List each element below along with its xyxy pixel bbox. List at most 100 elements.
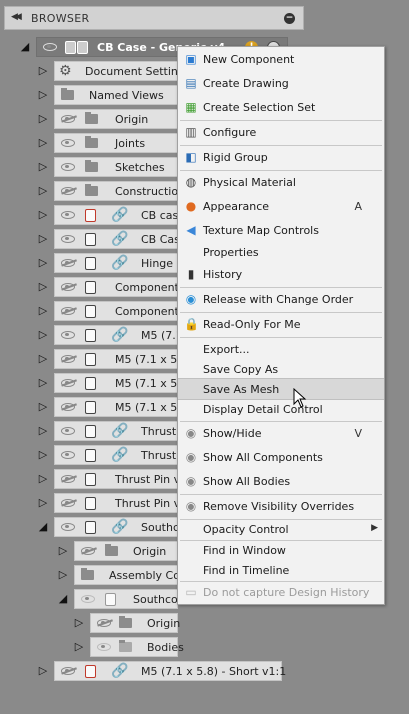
expanded-arrow-icon[interactable]: ◢ [38,520,48,534]
expand-arrow-icon[interactable]: ▷ [38,160,48,174]
component-node[interactable]: 🔗 CB Cas [54,229,180,249]
assembly-context-node[interactable]: Assembly Con [74,565,187,585]
tree-row-joints[interactable]: ▷ Joints [38,133,178,153]
visibility-eye-icon[interactable] [43,43,57,51]
tree-row-component[interactable]: ▷ M5 (7.1 x 5.8 [38,373,188,393]
tree-row-component[interactable]: ▷ Thrust Pin v3 [38,469,187,489]
sketches-node[interactable]: Sketches [54,157,178,177]
hidden-eye-icon[interactable] [61,283,75,291]
tree-row-component[interactable]: ▷ 🔗 Hinge R [38,253,184,273]
sub-origin-node[interactable]: Origin [90,613,180,633]
expand-arrow-icon[interactable]: ▷ [38,352,48,366]
expand-arrow-icon[interactable]: ▷ [38,88,48,102]
hidden-eye-icon[interactable] [61,355,75,363]
tree-row-component[interactable]: ▷ M5 (7.1 x 5.8 [38,397,188,417]
menu-item-configure[interactable]: ▥ Configure [178,122,384,144]
expand-arrow-icon[interactable]: ▷ [74,616,84,630]
component-node[interactable]: Thrust Pin v3 [54,493,187,513]
expand-arrow-icon[interactable]: ▷ [38,424,48,438]
tree-row-component[interactable]: ▷ Component1 [38,277,186,297]
hidden-eye-icon[interactable] [61,187,75,195]
joints-node[interactable]: Joints [54,133,178,153]
component-node[interactable]: 🔗 CB cas [54,205,178,225]
expand-arrow-icon[interactable]: ▷ [38,496,48,510]
expand-arrow-icon[interactable]: ▷ [38,280,48,294]
component-node[interactable]: Component2 [54,301,186,321]
component-node[interactable]: 🔗 Thrust I [54,445,183,465]
menu-item-find-in-window[interactable]: Find in Window [178,540,384,562]
expand-arrow-icon[interactable]: ▷ [58,544,68,558]
tree-row-component[interactable]: ▷ 🔗 Thrust I [38,445,183,465]
menu-item-new-component[interactable]: ▣ New Component [178,49,384,71]
menu-item-create-selection-set[interactable]: ▦ Create Selection Set [178,97,384,119]
menu-item-save-as-mesh[interactable]: Save As Mesh [178,378,384,400]
expand-arrow-icon[interactable]: ▷ [38,472,48,486]
visibility-eye-icon[interactable] [61,523,75,531]
tree-row-component[interactable]: ▷ 🔗 Thrust I [38,421,183,441]
tree-row-component[interactable]: ▷ 🔗 M5 (7.1 [38,325,183,345]
expand-arrow-icon[interactable]: ▷ [38,376,48,390]
expand-arrow-icon[interactable]: ▷ [38,256,48,270]
visibility-eye-icon[interactable] [81,595,95,603]
minimize-icon[interactable]: − [284,13,295,24]
tree-row-southco[interactable]: ◢ 🔗 Southco [38,517,186,537]
menu-item-physical-material[interactable]: ◍ Physical Material [178,172,384,194]
menu-item-read-only[interactable]: 🔒 Read-Only For Me [178,314,384,336]
hidden-eye-icon[interactable] [61,259,75,267]
hidden-eye-icon[interactable] [61,499,75,507]
menu-item-appearance[interactable]: ● Appearance A [178,196,384,218]
hidden-eye-icon[interactable] [61,667,75,675]
expanded-arrow-icon[interactable]: ◢ [58,592,68,606]
browser-title-bar[interactable]: ◀◀ BROWSER − [4,6,304,30]
tree-row-component[interactable]: ▷ Thrust Pin v3 [38,493,187,513]
hidden-eye-icon[interactable] [61,379,75,387]
hidden-eye-icon[interactable] [61,403,75,411]
menu-item-create-drawing[interactable]: ▤ Create Drawing [178,73,384,95]
expand-arrow-icon[interactable]: ▷ [38,136,48,150]
component-node[interactable]: 🔗 Hinge R [54,253,184,273]
expand-arrow-icon[interactable]: ▷ [38,184,48,198]
tree-row-component[interactable]: ▷ 🔗 CB Cas [38,229,180,249]
southco-sub-node[interactable]: Southco- [74,589,182,609]
visibility-eye-icon[interactable] [61,427,75,435]
hidden-eye-icon[interactable] [61,115,75,123]
component-node[interactable]: M5 (7.1 x 5.8 [54,373,188,393]
tree-row-component[interactable]: ▷ M5 (7.1 x 5.8 [38,349,188,369]
menu-item-release-change-order[interactable]: ◉ Release with Change Order [178,289,384,311]
southco-origin-node[interactable]: Origin [74,541,178,561]
menu-item-history[interactable]: ▮ History [178,264,384,286]
menu-item-show-all-bodies[interactable]: ◉ Show All Bodies [178,471,384,493]
visibility-eye-icon[interactable] [97,643,111,651]
expand-arrow-icon[interactable]: ▷ [74,640,84,654]
tree-row-construction[interactable]: ▷ Construction [38,181,185,201]
component-node[interactable]: Component1 [54,277,186,297]
tree-row-assembly-context[interactable]: ▷ Assembly Con [58,565,187,585]
menu-item-properties[interactable]: Properties [178,242,384,264]
component-node[interactable]: Thrust Pin v3 [54,469,187,489]
expand-arrow-icon[interactable]: ▷ [38,304,48,318]
collapse-panel-icon[interactable]: ◀◀ [11,12,22,22]
expand-arrow-icon[interactable]: ▷ [38,64,48,78]
hidden-eye-icon[interactable] [61,307,75,315]
menu-item-export[interactable]: Export... [178,339,384,361]
expand-arrow-icon[interactable]: ▷ [38,448,48,462]
menu-item-remove-visibility-overrides[interactable]: ◉ Remove Visibility Overrides [178,496,384,518]
tree-row-component[interactable]: ▷ 🔗 CB cas [38,205,178,225]
visibility-eye-icon[interactable] [61,211,75,219]
visibility-eye-icon[interactable] [61,163,75,171]
component-node[interactable]: M5 (7.1 x 5.8 [54,397,188,417]
expand-arrow-icon[interactable]: ▷ [38,328,48,342]
component-node[interactable]: M5 (7.1 x 5.8 [54,349,188,369]
tree-row-origin[interactable]: ▷ Origin [38,109,178,129]
menu-item-show-all-components[interactable]: ◉ Show All Components [178,447,384,469]
menu-item-rigid-group[interactable]: ◧ Rigid Group [178,147,384,169]
expand-arrow-icon[interactable]: ▷ [38,664,48,678]
menu-item-find-in-timeline[interactable]: Find in Timeline [178,560,384,582]
tree-row-component[interactable]: ▷ 🔗 M5 (7.1 x 5.8) - Short v1:1 [38,661,286,681]
component-node[interactable]: 🔗 Thrust I [54,421,183,441]
tree-row-southco-sub[interactable]: ◢ Southco- [58,589,182,609]
visibility-eye-icon[interactable] [61,235,75,243]
expand-arrow-icon[interactable]: ▷ [58,568,68,582]
bodies-node[interactable]: Bodies [90,637,184,657]
tree-row-sketches[interactable]: ▷ Sketches [38,157,178,177]
